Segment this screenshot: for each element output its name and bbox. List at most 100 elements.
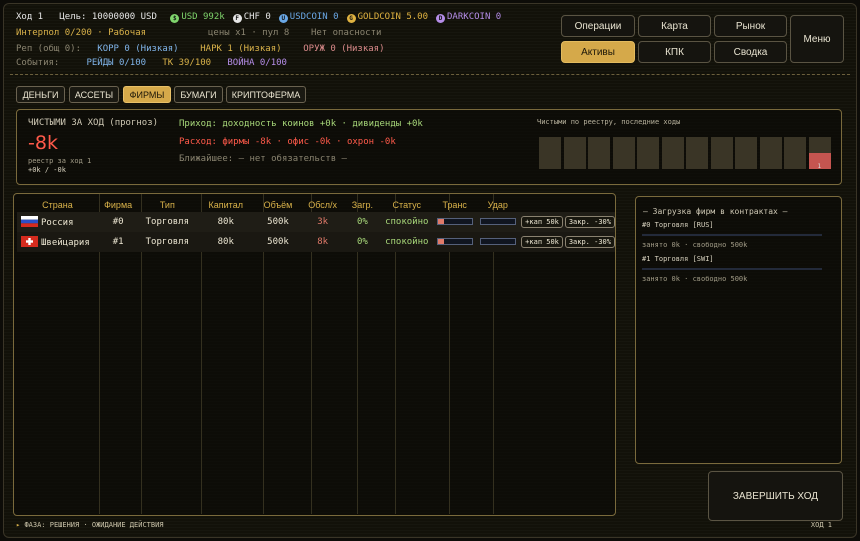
chart-bar-slot [637,137,659,169]
net-value: -8k [28,132,58,154]
currency-4: D DARKCOIN 0 [436,12,501,23]
side-firm-1-name: #1 Торговля [SWI] [642,255,714,263]
coin-icon: D [436,14,446,23]
column-header: Страна [42,200,73,210]
goal-label: Цель: [59,12,87,22]
footer-turn: ХОД 1 [810,521,832,529]
udar-cell [476,212,519,232]
column-header [519,198,565,212]
status-cell: спокойно [385,217,429,227]
chart-title: Чистыми по реестру, последние ходы [537,118,681,126]
udar-meter [479,238,516,245]
end-turn-button[interactable]: ЗАВЕРШИТЬ ХОД [708,471,843,521]
add-capital-button[interactable]: +кап 50k [521,236,563,248]
chart-bar-slot [588,137,610,169]
net-summary-panel: ЧИСТЫМИ ЗА ХОД (прогноз) -8k реестр за х… [16,109,842,185]
volume-cell: 500k [267,217,289,227]
chart-bar-slot [612,137,635,169]
coin-icon: U [278,14,288,23]
currency-2: U USDCOIN 0 [278,12,339,23]
map-button[interactable]: Карта [638,15,711,37]
column-header: Статус [392,200,421,210]
prices-status: цены x1 · пул 8 [208,28,290,38]
close-firm-button[interactable]: Закр. -30% [564,216,615,228]
goal-value: 10000000 USD [91,12,157,22]
kpk-button[interactable]: КПК [638,41,711,63]
coin-icon: $ [170,14,180,23]
load-cell: 0% [356,237,368,247]
add-capital-button-cell: +кап 50k [519,212,565,232]
operations-button[interactable]: Операции [561,15,635,37]
trans-meter-fill [437,219,445,224]
chart-bar-slot [710,137,733,169]
chart-bar-slot [759,137,782,169]
firm-row[interactable]: Россия #0 Торговля 80k 500k 3k 0% спокойно +кап … [17,212,615,232]
turn-counter: Ход 1 [16,12,44,22]
events-raids: РЕЙДЫ 0/100 [86,58,147,68]
add-capital-button-cell: +кап 50k [519,232,565,252]
reestr-value: +0k / -0k [28,166,66,174]
country-name: Швейцария [41,238,90,248]
side-firm-1-info: занято 0k · свободно 500k [642,275,748,283]
reputation-line: Реп (общ 0): КОРР 0 (Низкая) НАРК 1 (Низ… [16,44,385,54]
tab-assets[interactable]: АССЕТЫ [69,86,119,103]
rep-oruzh: ОРУЖ 0 (Низкая) [303,44,385,54]
column-header: Тип [159,200,175,210]
trans-cell [433,212,476,232]
firms-table-panel: Страна Фирма Тип Капитал Объём Обсл/х Загр. Ста… [13,193,616,516]
tab-money[interactable]: ДЕНЬГИ [16,86,65,103]
status-cell: спокойно [385,237,429,247]
column-header [565,198,615,212]
trans-meter [436,218,473,225]
events-tk: ТК 39/100 [162,58,212,68]
currency-label: CHF 0 [243,12,271,22]
coin-icon: G [346,14,356,23]
country-name: Россия [41,218,74,228]
chart-bar-slot [784,137,806,169]
column-header: Загр. [351,200,373,210]
udar-meter [479,218,516,225]
interpol-status: Интерпол 0/200 · Рабочая [16,28,147,38]
danger-status: Нет опасности [310,28,382,38]
capital-cell: 80k [217,237,234,247]
country-cell: Россия [17,212,98,232]
flag-ch-icon [21,236,38,247]
currency-3: G GOLDCOIN 5.00 [346,12,428,23]
chart-bar-slot [735,137,757,169]
service-cell: 3k [317,217,329,227]
chart-bar-slot: 1 [808,137,831,170]
chart-bar-slot [563,137,586,169]
tab-cryptofarm[interactable]: КРИПТОФЕРМА [226,86,306,103]
market-button[interactable]: Рынок [714,15,787,37]
events-war: ВОЙНА 0/100 [227,58,287,68]
side-firm-0-name: #0 Торговля [RUS] [642,221,714,229]
volume-cell: 500k [267,237,289,247]
events-line: События: РЕЙДЫ 0/100 ТК 39/100 ВОЙНА 0/1… [16,58,287,68]
reputation-label: Реп (общ 0): [16,44,82,54]
firm-row[interactable]: Швейцария #1 Торговля 80k 500k 8k 0% спокойно +к… [17,232,615,252]
close-firm-button[interactable]: Закр. -30% [564,236,615,248]
firms-table: Страна Фирма Тип Капитал Объём Обсл/х Загр. Ста… [17,198,615,252]
column-header: Фирма [104,200,133,210]
contract-load-panel: — Загрузка фирм в контрактах — #0 Торгов… [635,196,842,464]
tab-papers[interactable]: БУМАГИ [174,86,223,103]
trans-meter-fill [437,239,445,244]
column-header: Транс [442,200,467,210]
load-cell: 0% [356,217,368,227]
udar-cell [476,232,519,252]
close-firm-button-cell: Закр. -30% [564,212,615,232]
trans-meter [436,238,473,245]
firm-cell: #1 [112,237,124,247]
nearest-line: Ближайшее: — нет обязательств — [179,154,347,164]
net-title: ЧИСТЫМИ ЗА ХОД (прогноз) [28,118,159,128]
events-label: События: [16,58,60,68]
currency-label: USD 992k [181,12,225,22]
capital-cell: 80k [217,217,234,227]
tab-firms[interactable]: ФИРМЫ [123,86,171,103]
summary-button[interactable]: Сводка [714,41,787,63]
menu-button[interactable]: Меню [790,15,844,63]
firm-cell: #0 [112,217,124,227]
assets-button[interactable]: Активы [561,41,635,63]
add-capital-button[interactable]: +кап 50k [521,216,563,228]
currency-1: F CHF 0 [232,12,271,23]
